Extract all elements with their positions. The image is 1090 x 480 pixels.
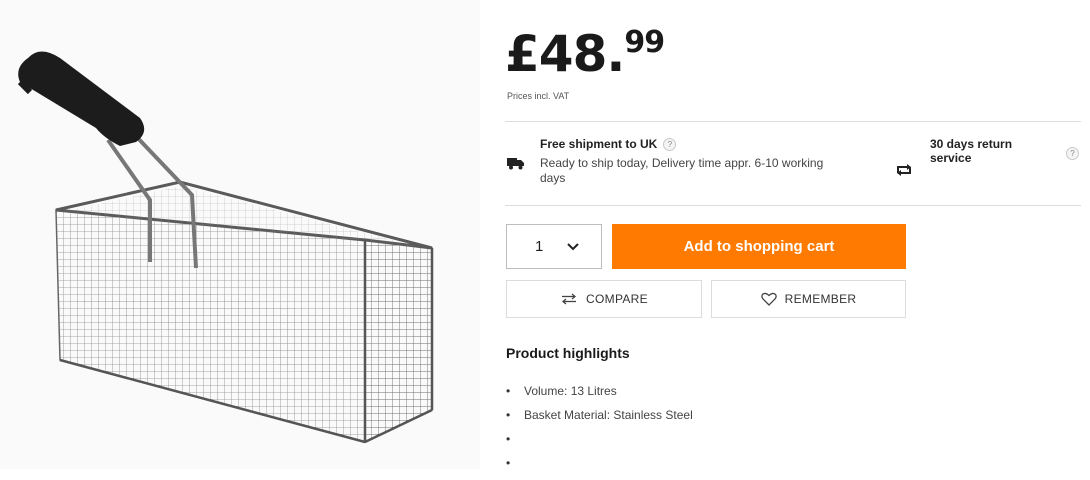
remember-button[interactable]: REMEMBER	[711, 280, 906, 318]
vat-note: Prices incl. VAT	[507, 91, 570, 101]
return-help-glyph: ?	[1066, 147, 1079, 160]
return-help-icon[interactable]: ?	[1066, 144, 1079, 162]
fryer-basket-illustration	[17, 51, 434, 444]
divider	[505, 205, 1081, 206]
heart-icon	[760, 292, 777, 306]
list-item: • Volume: 13 Litres	[506, 384, 617, 398]
price: £48. 99	[505, 25, 665, 83]
highlights-title: Product highlights	[506, 345, 630, 361]
divider	[505, 121, 1081, 122]
highlights-list: • Volume: 13 Litres • Basket Material: Sta…	[506, 384, 693, 480]
product-image[interactable]	[0, 0, 480, 469]
shipping-text: Ready to ship today, Delivery time appr.…	[540, 156, 824, 185]
compare-arrows-icon	[562, 293, 577, 305]
truck-icon	[507, 156, 525, 175]
list-item: • Basket Material: Stainless Steel	[506, 408, 693, 422]
quantity-select[interactable]: 1	[506, 224, 602, 269]
add-to-cart-button[interactable]: Add to shopping cart	[612, 224, 906, 269]
return-arrows-icon	[895, 163, 913, 181]
return-service-text: 30 days return service	[930, 137, 1013, 165]
shipping-help-icon[interactable]: ?	[663, 138, 677, 151]
price-main: £48.	[505, 25, 625, 83]
chevron-down-icon	[567, 238, 580, 255]
list-item: •	[506, 432, 511, 446]
price-cents: 99	[624, 25, 665, 60]
quantity-value: 1	[535, 238, 544, 255]
remember-label: REMEMBER	[784, 292, 857, 306]
compare-button[interactable]: COMPARE	[506, 280, 702, 318]
compare-label: COMPARE	[586, 292, 648, 306]
list-item: •	[506, 456, 511, 470]
shipping-title: Free shipment to UK?	[540, 137, 677, 151]
